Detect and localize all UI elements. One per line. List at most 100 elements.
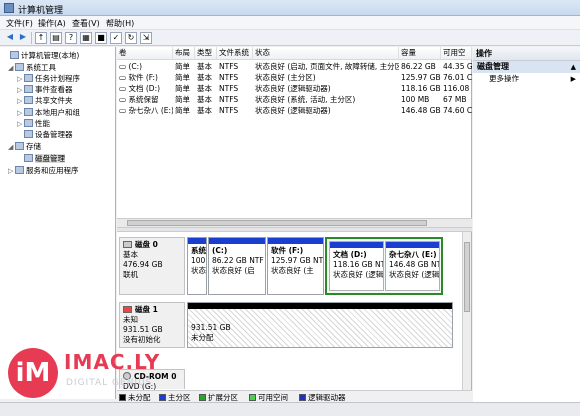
help-icon[interactable]: ? <box>65 32 77 44</box>
tree-item-services-apps[interactable]: ▷ 服务和应用程序 <box>8 165 79 176</box>
table-cell: 76.01 C <box>443 73 472 82</box>
partition-c[interactable]: (C:) 86.22 GB NTF 状态良好 (启 <box>208 237 266 295</box>
expander-icon[interactable]: ▷ <box>17 86 24 94</box>
tree-item-local-users[interactable]: ▷ 本地用户和组 <box>17 107 80 118</box>
back-arrow-icon[interactable]: ◀ <box>4 32 16 44</box>
partition-unallocated[interactable]: 931.51 GB 未分配 <box>187 302 453 348</box>
expander-icon[interactable]: ▷ <box>17 75 24 83</box>
table-cell: 简单 <box>175 106 190 115</box>
partition-d[interactable]: 文档 (D:) 118.16 GB NT 状态良好 (逻辑 <box>329 241 384 291</box>
table-cell: NTFS <box>219 84 239 93</box>
expander-icon[interactable]: ▷ <box>17 109 24 117</box>
table-cell: 基本 <box>197 84 212 93</box>
refresh-icon[interactable]: ↻ <box>125 32 137 44</box>
performance-icon <box>24 119 33 127</box>
table-cell: 116.08 C <box>443 84 472 93</box>
tree-item-device-manager[interactable]: 设备管理器 <box>17 129 73 140</box>
table-row[interactable]: ▭ (C:) <box>117 61 173 72</box>
forward-arrow-icon[interactable]: ▶ <box>17 32 29 44</box>
expander-icon[interactable]: ◢ <box>8 143 15 151</box>
expander-icon[interactable]: ▷ <box>17 120 24 128</box>
show-hide-tree-icon[interactable]: ▤ <box>50 32 62 44</box>
tree-item-event-viewer[interactable]: ▷ 事件查看器 <box>17 84 73 95</box>
tree-item-storage[interactable]: ◢ 存储 <box>8 141 41 152</box>
table-cell: 146.48 GB <box>401 106 441 115</box>
title-bar: 计算机管理 <box>0 0 580 16</box>
vertical-scrollbar[interactable] <box>462 232 471 390</box>
actions-header: 操作 <box>473 47 580 61</box>
properties-icon[interactable]: ▦ <box>80 32 92 44</box>
scrollbar-thumb[interactable] <box>464 242 470 312</box>
column-header-filesystem[interactable]: 文件系统 <box>217 47 253 60</box>
collapse-arrow-icon[interactable]: ▲ <box>571 61 576 73</box>
disk-1-label[interactable]: 磁盘 1 未知 931.51 GB 没有初始化 <box>119 302 185 348</box>
check-icon[interactable]: ✓ <box>110 32 122 44</box>
actions-pane: 操作 磁盘管理 ▲ 更多操作 ▶ <box>473 47 580 402</box>
column-header-capacity[interactable]: 容量 <box>399 47 441 60</box>
watermark-icon: iM <box>8 348 58 398</box>
watermark-subtitle: DIGITAL GENIUS <box>66 378 153 388</box>
partition-f[interactable]: 软件 (F:) 125.97 GB NTI 状态良好 (主 <box>267 237 324 295</box>
tree-item-disk-management[interactable]: 磁盘管理 <box>17 153 65 164</box>
legend-swatch <box>299 394 306 401</box>
extended-partition[interactable]: 文档 (D:) 118.16 GB NT 状态良好 (逻辑 杂七杂八 (E:) … <box>325 237 443 295</box>
submenu-arrow-icon: ▶ <box>570 75 576 83</box>
table-row[interactable]: ▭ 杂七杂八 (E:) <box>117 105 173 116</box>
storage-icon <box>15 142 24 150</box>
column-header-type[interactable]: 类型 <box>195 47 217 60</box>
table-cell: 状态良好 (逻辑驱动器) <box>255 84 331 93</box>
up-folder-icon[interactable]: ↑ <box>35 32 47 44</box>
table-cell: NTFS <box>219 95 239 104</box>
table-cell: 简单 <box>175 73 190 82</box>
tree-item-computer-management[interactable]: 计算机管理(本地) <box>3 50 79 61</box>
disk-icon <box>24 154 33 162</box>
tree-item-performance[interactable]: ▷ 性能 <box>17 118 50 129</box>
expander-icon[interactable]: ▷ <box>17 97 24 105</box>
scrollbar-thumb[interactable] <box>127 220 427 226</box>
legend-swatch <box>249 394 256 401</box>
expander-icon[interactable]: ▷ <box>8 167 15 175</box>
table-cell: 状态良好 (主分区) <box>255 73 316 82</box>
tree-item-shared-folders[interactable]: ▷ 共享文件夹 <box>17 95 73 106</box>
table-cell: 状态良好 (逻辑驱动器) <box>255 106 331 115</box>
partition-e[interactable]: 杂七杂八 (E:) 146.48 GB NT 状态良好 (逻辑 <box>385 241 440 291</box>
table-cell: 基本 <box>197 73 212 82</box>
table-cell: 简单 <box>175 95 190 104</box>
menu-view[interactable]: 查看(V) <box>72 18 100 29</box>
table-cell: 44.35 G <box>443 62 472 71</box>
menu-file[interactable]: 文件(F) <box>6 18 33 29</box>
table-cell: NTFS <box>219 106 239 115</box>
menu-help[interactable]: 帮助(H) <box>106 18 134 29</box>
actions-section-disk-management[interactable]: 磁盘管理 ▲ <box>473 61 580 73</box>
tree-item-task-scheduler[interactable]: ▷ 任务计划程序 <box>17 73 80 84</box>
table-cell: 86.22 GB <box>401 62 436 71</box>
horizontal-scrollbar[interactable] <box>117 218 472 227</box>
table-cell: NTFS <box>219 62 239 71</box>
expander-icon[interactable]: ◢ <box>8 64 15 72</box>
table-cell: 状态良好 (启动, 页面文件, 故障转储, 主分区) <box>255 62 399 71</box>
table-row[interactable]: ▭ 系统保留 <box>117 94 173 105</box>
table-row[interactable]: ▭ 软件 (F:) <box>117 72 173 83</box>
more-actions[interactable]: 更多操作 ▶ <box>473 73 580 85</box>
watermark-brand: IMAC.LY <box>64 350 161 374</box>
table-row[interactable]: ▭ 文档 (D:) <box>117 83 173 94</box>
column-header-layout[interactable]: 布局 <box>173 47 195 60</box>
watermark-logo: iM IMAC.LY DIGITAL GENIUS <box>8 348 208 408</box>
export-icon[interactable]: ⇲ <box>140 32 152 44</box>
table-cell: 状态良好 (系统, 活动, 主分区) <box>255 95 356 104</box>
computer-management-icon <box>4 3 14 13</box>
disk-0-label[interactable]: 磁盘 0 基本 476.94 GB 联机 <box>119 237 185 295</box>
column-header-status[interactable]: 状态 <box>253 47 399 60</box>
partition-system-reserved[interactable]: 系统 100 状态 <box>187 237 207 295</box>
action-icon[interactable]: ■ <box>95 32 107 44</box>
event-icon <box>24 85 33 93</box>
tree-item-system-tools[interactable]: ◢ 系统工具 <box>8 62 56 73</box>
column-header-free-space[interactable]: 可用空 <box>441 47 472 60</box>
toolbar-separator <box>31 32 32 44</box>
column-header-volume[interactable]: 卷 <box>117 47 173 60</box>
tools-icon <box>15 63 24 71</box>
menu-action[interactable]: 操作(A) <box>38 18 66 29</box>
table-cell: 125.97 GB <box>401 73 441 82</box>
folder-icon <box>24 96 33 104</box>
hard-disk-icon <box>123 241 132 248</box>
